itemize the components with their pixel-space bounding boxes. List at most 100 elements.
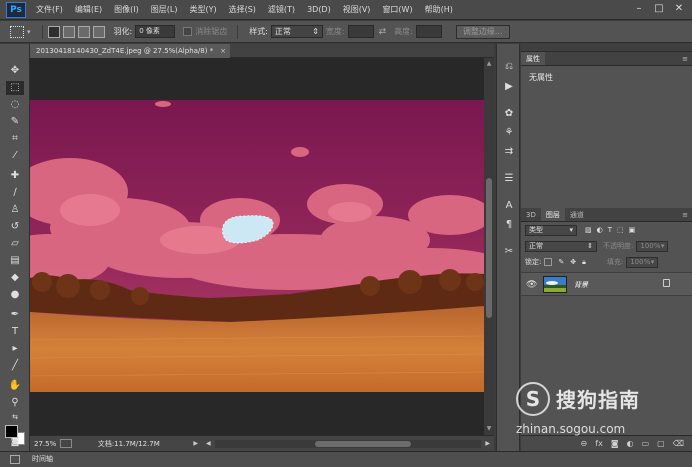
trash-icon[interactable]: ⌫ [673, 439, 684, 448]
tab-layers[interactable]: 图层 [540, 208, 565, 221]
eraser-tool-icon[interactable]: ▱ [6, 237, 24, 251]
zoom-tool-icon[interactable]: ⚲ [6, 396, 24, 410]
tool-presets-icon[interactable]: ☰ [502, 172, 516, 186]
tab-3d[interactable]: 3D [521, 208, 541, 221]
spot-healing-tool-icon[interactable]: ✚ [6, 169, 24, 183]
foreground-color-swatch[interactable] [5, 425, 18, 438]
mask-icon[interactable]: ◙ [611, 439, 619, 448]
adjustment-icon[interactable]: ◐ [627, 439, 634, 448]
marquee-preset-icon[interactable] [10, 25, 24, 38]
canvas-area[interactable] [30, 58, 484, 435]
timeline-label[interactable]: 时间轴 [32, 452, 53, 467]
default-colors-icon[interactable]: ⇆ [6, 410, 24, 424]
new-selection-mode-button[interactable] [47, 25, 60, 38]
history-icon[interactable]: ⎌ [502, 60, 516, 74]
swap-icon[interactable]: ⇄ [379, 27, 387, 37]
vertical-scrollbar[interactable]: ▲ ▼ [484, 58, 494, 435]
fill-input[interactable]: 100% ▾ [626, 256, 659, 268]
height-input[interactable] [415, 25, 442, 38]
path-selection-tool-icon[interactable]: ▸ [6, 342, 24, 356]
menu-layer[interactable]: 图层(L) [145, 4, 184, 15]
refine-edge-button[interactable]: 调整边缘... [455, 24, 510, 39]
menu-view[interactable]: 视图(V) [337, 4, 377, 15]
history-brush-tool-icon[interactable]: ↺ [6, 220, 24, 234]
hand-tool-icon[interactable]: ✋ [6, 379, 24, 393]
panel-menu-icon[interactable]: ≡ [682, 52, 688, 65]
eye-icon[interactable]: 👁︎ [526, 280, 537, 290]
menu-type[interactable]: 类型(Y) [183, 4, 222, 15]
document-tab[interactable]: 20130418140430_ZdT4E.jpeg @ 27.5%(Alpha/… [30, 44, 230, 58]
menu-edit[interactable]: 编辑(E) [69, 4, 108, 15]
restore-button[interactable]: □ [650, 2, 668, 16]
lasso-tool-icon[interactable]: ◌ [6, 98, 24, 112]
lock-pixels-icon[interactable]: ✎ [558, 258, 564, 266]
style-select[interactable]: 正常 ⇕ [270, 25, 323, 38]
menu-file[interactable]: 文件(F) [30, 4, 69, 15]
folder-icon[interactable]: ▭ [642, 439, 650, 448]
subtract-selection-mode-button[interactable] [77, 25, 90, 38]
quick-selection-tool-icon[interactable]: ✎ [6, 115, 24, 129]
line-tool-icon[interactable]: ╱ [6, 359, 24, 373]
layer-row[interactable]: 👁︎ 背景 [521, 272, 692, 296]
horizontal-scroll-thumb[interactable] [314, 440, 411, 447]
layer-name[interactable]: 背景 [574, 280, 588, 290]
scroll-up-icon[interactable]: ▲ [484, 60, 494, 68]
fx-icon[interactable]: fx [595, 439, 603, 448]
rectangular-marquee-tool-icon[interactable]: ⬚ [6, 81, 24, 95]
width-input[interactable] [347, 25, 374, 38]
menu-select[interactable]: 选择(S) [223, 4, 262, 15]
status-menu-icon[interactable]: ▶ [193, 440, 198, 447]
new-layer-icon[interactable]: ▢ [657, 439, 665, 448]
dodge-tool-icon[interactable]: ● [6, 288, 24, 302]
menu-help[interactable]: 帮助(H) [419, 4, 459, 15]
lock-position-icon[interactable]: ✥ [570, 258, 576, 266]
menu-3d[interactable]: 3D(D) [301, 5, 337, 14]
menu-window[interactable]: 窗口(W) [376, 4, 418, 15]
close-button[interactable]: ✕ [670, 2, 688, 16]
gradient-tool-icon[interactable]: ▤ [6, 254, 24, 268]
character-icon[interactable]: A [502, 199, 516, 213]
vertical-scroll-thumb[interactable] [486, 178, 492, 318]
minimize-button[interactable]: – [630, 2, 648, 16]
scroll-left-icon[interactable]: ◀ [206, 440, 211, 447]
actions-play-icon[interactable]: ▶ [502, 80, 516, 94]
brush-panel-icon[interactable]: ⚘ [502, 126, 516, 140]
antialias-checkbox[interactable] [183, 27, 193, 36]
document-image[interactable] [30, 100, 484, 392]
close-icon[interactable]: × [220, 44, 226, 58]
clone-source-icon[interactable]: ⇉ [502, 145, 516, 159]
blur-tool-icon[interactable]: ◆ [6, 271, 24, 285]
blend-mode-select[interactable]: 正常 ⇕ [525, 240, 597, 252]
tab-properties[interactable]: 属性 [521, 52, 545, 65]
brush-tool-icon[interactable]: ∕ [6, 186, 24, 200]
menu-image[interactable]: 图像(I) [108, 4, 145, 15]
crop-tool-icon[interactable]: ⌗ [6, 132, 24, 146]
intersect-selection-mode-button[interactable] [92, 25, 105, 38]
eyedropper-tool-icon[interactable]: ⁄ [6, 149, 24, 163]
feather-input[interactable]: 0 像素 [135, 25, 176, 38]
opacity-input[interactable]: 100% ▾ [636, 240, 669, 252]
scroll-down-icon[interactable]: ▼ [484, 425, 494, 433]
lock-transparent-icon[interactable] [544, 258, 553, 266]
add-selection-mode-button[interactable] [62, 25, 75, 38]
clone-stamp-tool-icon[interactable]: ♙ [6, 203, 24, 217]
chevron-down-icon[interactable]: ▾ [27, 28, 31, 36]
timeline-icon[interactable] [10, 455, 20, 464]
proof-icon[interactable] [59, 439, 72, 448]
lock-all-icon[interactable]: 🔒︎ [582, 258, 586, 267]
type-tool-icon[interactable]: T [6, 325, 24, 339]
move-tool-icon[interactable]: ✥ [6, 64, 24, 78]
paragraph-icon[interactable]: ¶ [502, 218, 516, 232]
scroll-right-icon[interactable]: ▶ [485, 440, 490, 447]
panel-menu-icon[interactable]: ≡ [682, 208, 688, 221]
tools-settings-icon[interactable]: ✂ [502, 245, 516, 259]
brush-presets-icon[interactable]: ✿ [502, 107, 516, 121]
filter-icons[interactable]: ▨◐T⬚▣ [585, 226, 640, 234]
layer-filter-select[interactable]: 类型 ▾ [525, 224, 577, 236]
zoom-level[interactable]: 27.5% [34, 440, 60, 448]
link-icon[interactable]: ⊖ [581, 439, 588, 448]
pen-tool-icon[interactable]: ✒ [6, 308, 24, 322]
menu-filter[interactable]: 滤镜(T) [262, 4, 301, 15]
tab-channels[interactable]: 通道 [565, 208, 589, 221]
horizontal-scrollbar[interactable] [214, 439, 482, 448]
